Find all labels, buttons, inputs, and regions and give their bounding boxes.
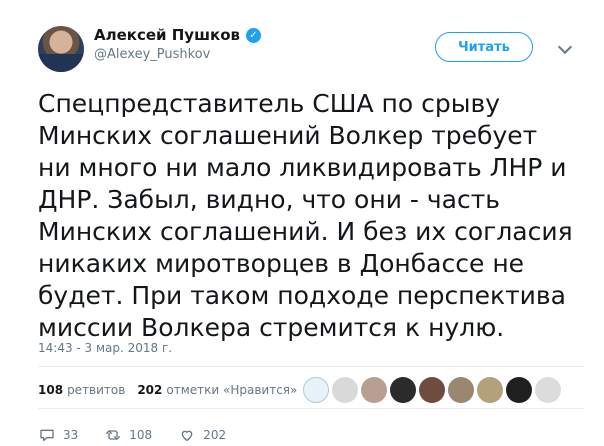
likes-label: отметки «Нравится» — [166, 383, 298, 397]
divider-top — [38, 366, 584, 367]
retweet-count: 108 — [129, 428, 153, 442]
display-name[interactable]: Алексей Пушков — [94, 26, 240, 44]
retweet-action[interactable]: 108 — [104, 426, 152, 444]
likes-count: 202 — [137, 383, 163, 397]
liker-avatar[interactable] — [448, 377, 474, 403]
heart-icon — [178, 426, 196, 444]
reply-icon — [38, 426, 56, 444]
tweet-timestamp[interactable]: 14:43 - 3 мар. 2018 г. — [38, 341, 172, 355]
divider-bottom — [38, 408, 584, 409]
follow-button[interactable]: Читать — [435, 32, 533, 62]
chevron-down-icon[interactable] — [557, 39, 573, 55]
retweets-stat[interactable]: 108 ретвитов — [38, 383, 125, 397]
liker-avatar[interactable] — [535, 377, 561, 403]
liker-avatar[interactable] — [506, 377, 532, 403]
tweet-text: Спецпредставитель США по срыву Минских с… — [38, 89, 573, 342]
liker-avatar[interactable] — [332, 377, 358, 403]
tweet-actions: 33 108 202 — [38, 426, 226, 444]
retweet-icon — [104, 426, 122, 444]
liker-avatar[interactable] — [477, 377, 503, 403]
verified-badge-icon: ✓ — [246, 27, 261, 43]
liker-avatar[interactable] — [361, 377, 387, 403]
user-block: Алексей Пушков ✓ @Alexey_Pushkov — [94, 26, 261, 62]
tweet-header: Алексей Пушков ✓ @Alexey_Pushkov Читать — [38, 22, 578, 74]
like-count: 202 — [203, 428, 227, 442]
reply-count: 33 — [63, 428, 79, 442]
liker-avatar[interactable] — [419, 377, 445, 403]
liker-avatar[interactable] — [303, 377, 329, 403]
retweets-label: ретвитов — [67, 383, 126, 397]
like-action[interactable]: 202 — [178, 426, 226, 444]
engagement-stats: 108 ретвитов 202 отметки «Нравится» — [38, 379, 314, 401]
reply-action[interactable]: 33 — [38, 426, 78, 444]
liker-avatar[interactable] — [390, 377, 416, 403]
avatar[interactable] — [38, 26, 84, 72]
likes-stat[interactable]: 202 отметки «Нравится» — [137, 383, 297, 397]
likers-avatars — [303, 377, 561, 403]
user-handle[interactable]: @Alexey_Pushkov — [94, 47, 261, 62]
name-line: Алексей Пушков ✓ — [94, 26, 261, 44]
retweets-count: 108 — [38, 383, 64, 397]
